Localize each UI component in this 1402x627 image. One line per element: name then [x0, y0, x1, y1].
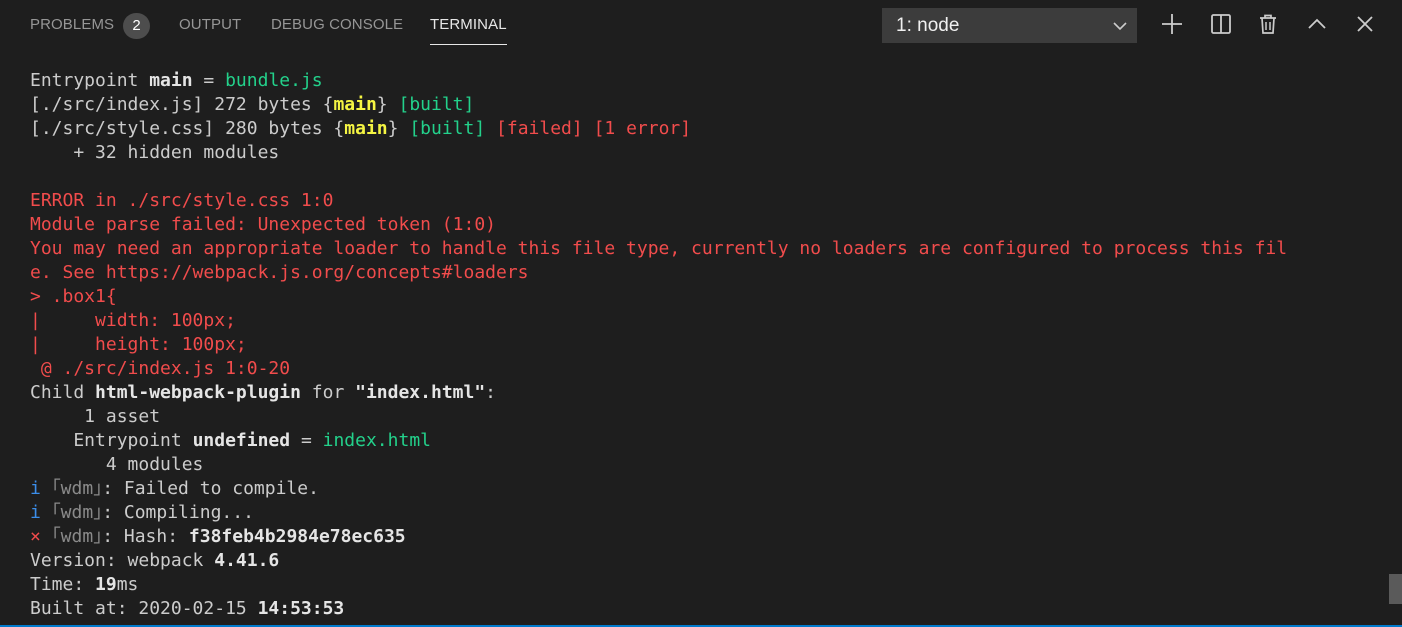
split-terminal-button[interactable] [1209, 12, 1233, 36]
terminal-text: i [30, 502, 52, 523]
terminal-text: 4 modules [30, 454, 204, 475]
close-icon [1357, 16, 1373, 32]
chevron-up-icon [1308, 18, 1326, 29]
terminal-line: Module parse failed: Unexpected token (1… [30, 213, 1380, 237]
tab-output[interactable]: OUTPUT [179, 16, 241, 33]
new-terminal-button[interactable] [1160, 12, 1184, 36]
terminal-text: [built] [398, 94, 475, 115]
terminal-text: × [30, 526, 52, 547]
terminal-text: f38feb4b2984e78ec635 [188, 526, 406, 547]
problems-count-badge: 2 [123, 13, 150, 39]
tab-debug-console[interactable]: DEBUG CONSOLE [271, 16, 403, 33]
terminal-line: > .box1{ [30, 285, 1380, 309]
terminal-line: Child html-webpack-plugin for "index.htm… [30, 381, 1380, 405]
terminal-text: for [300, 382, 356, 403]
terminal-text: > .box1{ [30, 286, 117, 307]
terminal-text: Built at: 2020-02-15 [30, 598, 258, 619]
terminal-text: "index.html" [355, 382, 486, 403]
chevron-down-icon [1113, 22, 1127, 31]
terminal-line: 1 asset [30, 405, 1380, 429]
terminal-text: Child [30, 382, 96, 403]
terminal-line: [./src/style.css] 280 bytes {main} [buil… [30, 117, 1380, 141]
terminal-text: [built] [409, 118, 486, 139]
scrollbar-thumb[interactable] [1389, 574, 1402, 604]
terminal-text: main [333, 94, 377, 115]
split-icon [1211, 14, 1231, 34]
trash-icon [1260, 14, 1276, 34]
terminal-text: = [192, 70, 226, 91]
tab-terminal-label: TERMINAL [430, 16, 507, 33]
panel-header: PROBLEMS 2 OUTPUT DEBUG CONSOLE TERMINAL… [0, 0, 1402, 52]
terminal-text: + 32 hidden modules [30, 142, 280, 163]
terminal-text: ｢wdm｣ [51, 478, 103, 499]
terminal-text: You may need an appropriate loader to ha… [30, 238, 1288, 259]
terminal-line: i ｢wdm｣: Failed to compile. [30, 477, 1380, 501]
terminal-text: main [344, 118, 388, 139]
terminal-text: bundle.js [225, 70, 323, 91]
terminal-line: Built at: 2020-02-15 14:53:53 [30, 597, 1380, 621]
terminal-select-value: 1: node [896, 15, 960, 36]
terminal-text: : Failed to compile. [102, 478, 319, 499]
terminal-text: } [376, 94, 399, 115]
maximize-panel-button[interactable] [1305, 12, 1329, 36]
terminal-text: = [290, 430, 323, 451]
kill-terminal-button[interactable] [1256, 12, 1280, 36]
terminal-text: Entrypoint [30, 430, 193, 451]
terminal-text: ｢wdm｣ [51, 526, 103, 547]
terminal-text: 4.41.6 [214, 550, 280, 571]
terminal-text: 14:53:53 [257, 598, 345, 619]
terminal-text: main [149, 70, 193, 91]
terminal-text: ｢wdm｣ [51, 502, 103, 523]
terminal-text: : Compiling... [102, 502, 254, 523]
terminal-text: Entrypoint [30, 70, 150, 91]
terminal-line: e. See https://webpack.js.org/concepts#l… [30, 261, 1380, 285]
terminal-output[interactable]: Entrypoint main = bundle.js [./src/index.… [30, 69, 1380, 621]
terminal-text: [./src/index.js] 272 bytes { [30, 94, 334, 115]
terminal-text: Module parse failed: Unexpected token (1… [30, 214, 496, 235]
terminal-line: | height: 100px; [30, 333, 1380, 357]
terminal-line: @ ./src/index.js 1:0-20 [30, 357, 1380, 381]
terminal-text: index.html [322, 430, 431, 451]
terminal-text: | width: 100px; [30, 310, 236, 331]
plus-icon [1162, 14, 1182, 34]
terminal-text: [./src/style.css] 280 bytes { [30, 118, 345, 139]
terminal-text: e. See https://webpack.js.org/concepts#l… [30, 262, 529, 283]
terminal-line: You may need an appropriate loader to ha… [30, 237, 1380, 261]
terminal-text: i [30, 478, 52, 499]
terminal-line: 4 modules [30, 453, 1380, 477]
terminal-text: 1 asset [30, 406, 161, 427]
terminal-text: Time: [30, 574, 96, 595]
terminal-text: undefined [192, 430, 291, 451]
terminal-line: i ｢wdm｣: Compiling... [30, 501, 1380, 525]
terminal-line: Entrypoint undefined = index.html [30, 429, 1380, 453]
terminal-line: + 32 hidden modules [30, 141, 1380, 165]
active-tab-indicator [430, 44, 507, 45]
terminal-text: @ ./src/index.js 1:0-20 [30, 358, 291, 379]
terminal-line: ERROR in ./src/style.css 1:0 [30, 189, 1380, 213]
terminal-line: [./src/index.js] 272 bytes {main} [built… [30, 93, 1380, 117]
close-panel-button[interactable] [1353, 12, 1377, 36]
terminal-text: : [485, 382, 497, 403]
terminal-text: 19 [95, 574, 117, 595]
terminal-text: : Hash: [102, 526, 189, 547]
terminal-text: ms [116, 574, 139, 595]
terminal-text: Version: webpack [30, 550, 215, 571]
terminal-line: Time: 19ms [30, 573, 1380, 597]
terminal-select[interactable]: 1: node [882, 8, 1137, 43]
terminal-line: Entrypoint main = bundle.js [30, 69, 1380, 93]
terminal-text: html-webpack-plugin [95, 382, 301, 403]
terminal-text: | height: 100px; [30, 334, 247, 355]
tab-terminal[interactable]: TERMINAL [430, 16, 507, 45]
terminal-line: × ｢wdm｣: Hash: f38feb4b2984e78ec635 [30, 525, 1380, 549]
tab-problems[interactable]: PROBLEMS [30, 16, 114, 33]
terminal-text: [failed] [496, 118, 583, 139]
terminal-text: } [387, 118, 410, 139]
terminal-line: Version: webpack 4.41.6 [30, 549, 1380, 573]
terminal-line: | width: 100px; [30, 309, 1380, 333]
terminal-text: [1 error] [593, 118, 692, 139]
terminal-text: ERROR in ./src/style.css 1:0 [30, 190, 334, 211]
